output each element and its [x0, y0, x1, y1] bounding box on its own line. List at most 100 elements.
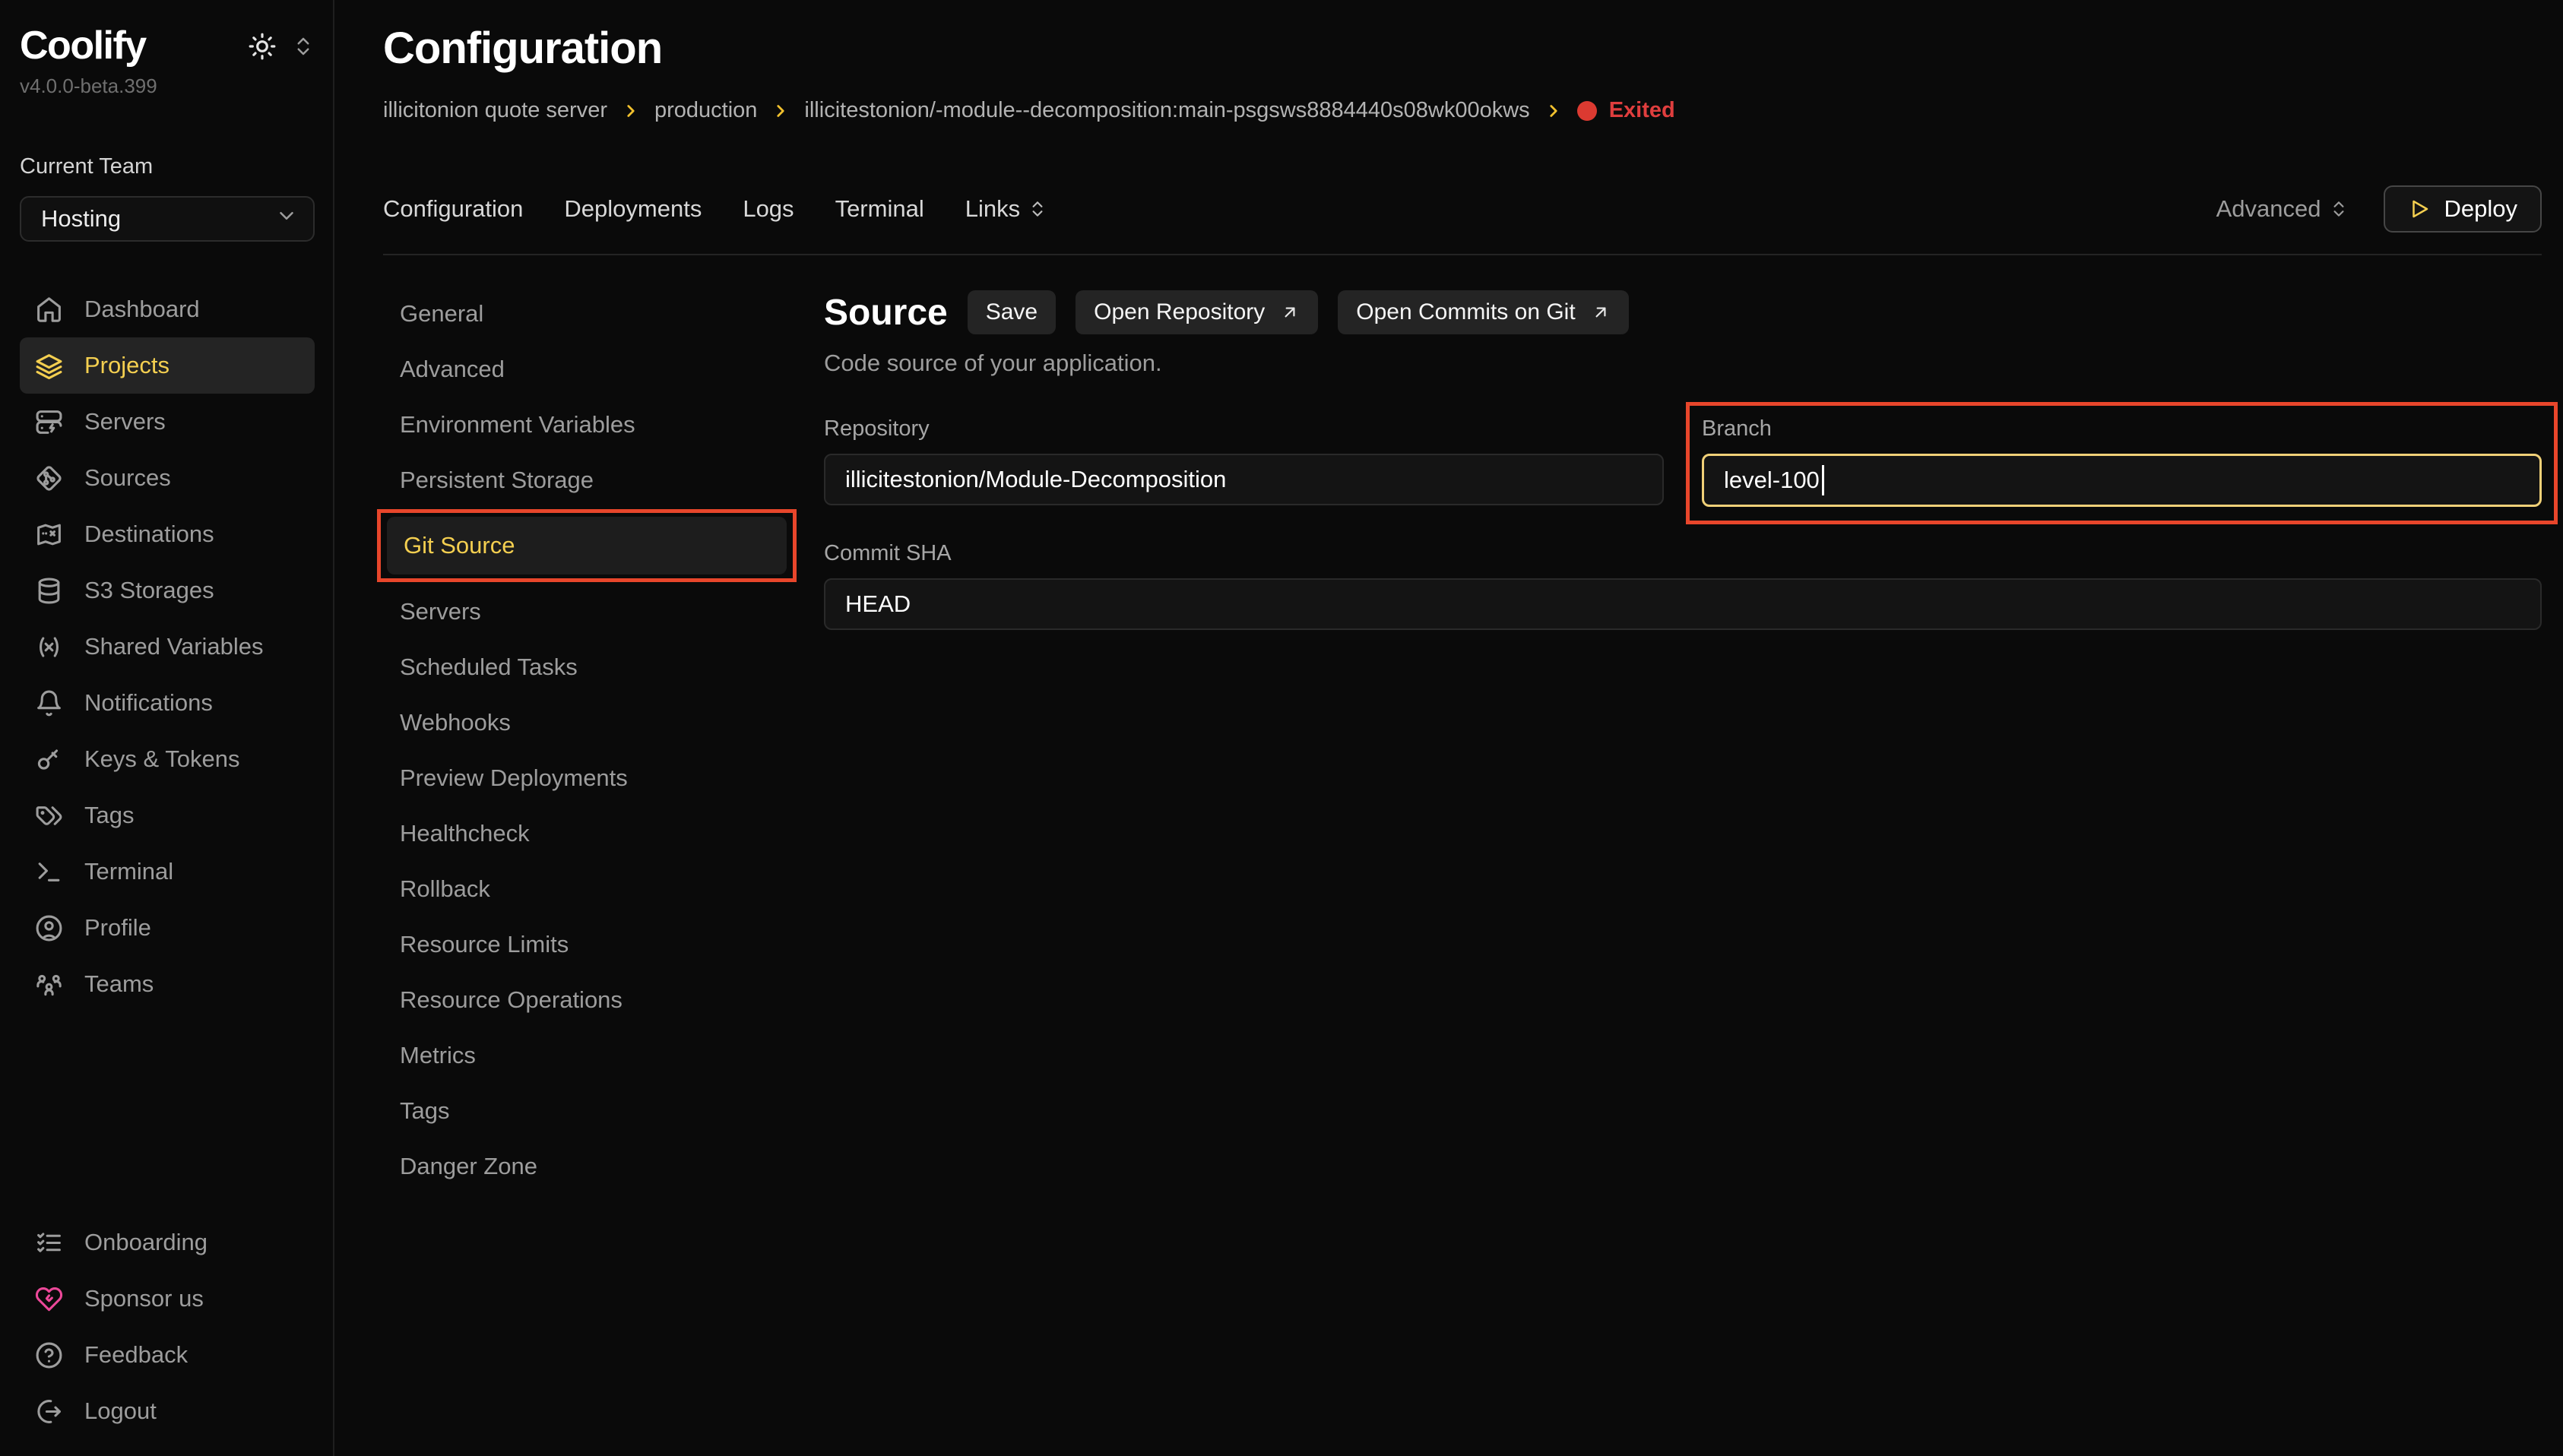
tab-links[interactable]: Links [965, 195, 1047, 223]
sidebar-item-destinations[interactable]: Destinations [20, 506, 315, 562]
logout-icon [35, 1397, 63, 1426]
branch-input[interactable]: level-100 [1702, 454, 2542, 507]
sidebar-item-s3-storages[interactable]: S3 Storages [20, 562, 315, 619]
terminal-icon [35, 858, 63, 886]
branch-annotation-box: Branch level-100 [1686, 402, 2558, 524]
breadcrumb-environment[interactable]: production [654, 98, 757, 123]
tabs: Configuration Deployments Logs Terminal … [383, 195, 1047, 223]
map-icon [35, 521, 63, 549]
repository-field: Repository [824, 416, 1664, 524]
tab-logs[interactable]: Logs [743, 195, 794, 223]
commit-sha-input[interactable] [824, 578, 2542, 630]
section-description: Code source of your application. [824, 350, 2542, 377]
variable-icon [35, 633, 63, 661]
repository-input[interactable] [824, 454, 1664, 505]
page-title: Configuration [383, 23, 2542, 74]
sidebar-item-sources[interactable]: Sources [20, 450, 315, 506]
git-source-panel: Source Save Open Repository Open Commits… [824, 286, 2542, 630]
server-icon [35, 408, 63, 436]
subnav-item-resource-operations[interactable]: Resource Operations [383, 972, 789, 1027]
subnav-item-preview-deployments[interactable]: Preview Deployments [383, 750, 789, 806]
subnav-item-healthcheck[interactable]: Healthcheck [383, 806, 789, 861]
open-commits-button[interactable]: Open Commits on Git [1338, 290, 1628, 334]
subnav-item-scheduled-tasks[interactable]: Scheduled Tasks [383, 639, 789, 695]
main-content: Configuration illicitonion quote server … [334, 0, 2563, 1456]
subnav-item-git-source[interactable]: Git Source [387, 517, 787, 574]
sidebar-item-logout[interactable]: Logout [20, 1383, 315, 1439]
sidebar-item-tags[interactable]: Tags [20, 787, 315, 844]
sidebar-item-profile[interactable]: Profile [20, 900, 315, 956]
sidebar-item-dashboard[interactable]: Dashboard [20, 281, 315, 337]
team-select-value: Hosting [41, 205, 121, 233]
subnav-item-general[interactable]: General [383, 286, 789, 341]
tabs-divider [383, 254, 2542, 255]
current-team-label: Current Team [20, 154, 315, 179]
chevrons-up-down-icon [2329, 199, 2349, 219]
save-button[interactable]: Save [968, 290, 1056, 334]
sidebar-item-shared-variables[interactable]: Shared Variables [20, 619, 315, 675]
layers-icon [35, 352, 63, 380]
bell-icon [35, 689, 63, 717]
chevron-right-icon [771, 101, 790, 121]
chevrons-up-down-icon [1028, 199, 1047, 219]
chevron-right-icon [621, 101, 641, 121]
tab-terminal[interactable]: Terminal [835, 195, 924, 223]
header-actions: Advanced Deploy [2216, 185, 2542, 233]
status-dot-icon [1577, 101, 1597, 121]
sidebar: Coolify v4.0.0-beta.399 Current Team Hos… [0, 0, 334, 1456]
theme-sun-icon[interactable] [248, 32, 277, 61]
checklist-icon [35, 1229, 63, 1257]
help-circle-icon [35, 1341, 63, 1369]
sidebar-item-keys-tokens[interactable]: Keys & Tokens [20, 731, 315, 787]
sidebar-item-feedback[interactable]: Feedback [20, 1327, 315, 1383]
app-version: v4.0.0-beta.399 [20, 74, 315, 98]
chevron-right-icon [1544, 101, 1563, 121]
users-icon [35, 970, 63, 999]
subnav-item-rollback[interactable]: Rollback [383, 861, 789, 916]
home-icon [35, 296, 63, 324]
subnav-item-servers[interactable]: Servers [383, 584, 789, 639]
subnav-item-tags[interactable]: Tags [383, 1083, 789, 1138]
sidebar-item-projects[interactable]: Projects [20, 337, 315, 394]
user-icon [35, 914, 63, 942]
external-link-icon [1591, 302, 1611, 322]
repository-label: Repository [824, 416, 1664, 442]
subnav-item-danger-zone[interactable]: Danger Zone [383, 1138, 789, 1194]
commit-sha-field: Commit SHA [824, 541, 2542, 630]
status-badge: Exited [1577, 98, 1675, 123]
tab-configuration[interactable]: Configuration [383, 195, 523, 223]
tabs-row: Configuration Deployments Logs Terminal … [383, 185, 2542, 233]
subnav-item-resource-limits[interactable]: Resource Limits [383, 916, 789, 972]
subnav-item-metrics[interactable]: Metrics [383, 1027, 789, 1083]
tags-icon [35, 802, 63, 830]
subnav-item-advanced[interactable]: Advanced [383, 341, 789, 397]
commit-sha-label: Commit SHA [824, 541, 2542, 566]
tab-deployments[interactable]: Deployments [564, 195, 702, 223]
open-repository-button[interactable]: Open Repository [1076, 290, 1318, 334]
subnav-item-persistent-storage[interactable]: Persistent Storage [383, 452, 789, 508]
sidebar-item-onboarding[interactable]: Onboarding [20, 1214, 315, 1271]
config-subnav: General Advanced Environment Variables P… [383, 286, 789, 1194]
theme-chevrons-icon[interactable] [292, 35, 315, 58]
branch-label: Branch [1702, 416, 2542, 442]
sidebar-item-sponsor-us[interactable]: Sponsor us [20, 1271, 315, 1327]
play-icon [2408, 198, 2431, 220]
sidebar-item-terminal[interactable]: Terminal [20, 844, 315, 900]
heart-icon [35, 1285, 63, 1313]
deploy-button[interactable]: Deploy [2384, 185, 2542, 233]
configuration-content: General Advanced Environment Variables P… [383, 286, 2542, 1456]
subnav-item-webhooks[interactable]: Webhooks [383, 695, 789, 750]
app-logo: Coolify [20, 23, 146, 68]
sidebar-item-servers[interactable]: Servers [20, 394, 315, 450]
subnav-item-environment-variables[interactable]: Environment Variables [383, 397, 789, 452]
team-select[interactable]: Hosting [20, 196, 315, 242]
chevron-down-icon [275, 204, 298, 233]
breadcrumb-application[interactable]: illicitestonion/-module--decomposition:m… [804, 98, 1529, 123]
sidebar-bottom-nav: Onboarding Sponsor us Feedback Logout [20, 1214, 315, 1439]
breadcrumb-project[interactable]: illicitonion quote server [383, 98, 607, 123]
external-link-icon [1280, 302, 1300, 322]
sidebar-item-notifications[interactable]: Notifications [20, 675, 315, 731]
coolify-app: Coolify v4.0.0-beta.399 Current Team Hos… [0, 0, 2563, 1456]
advanced-toggle[interactable]: Advanced [2216, 195, 2349, 223]
sidebar-item-teams[interactable]: Teams [20, 956, 315, 1012]
